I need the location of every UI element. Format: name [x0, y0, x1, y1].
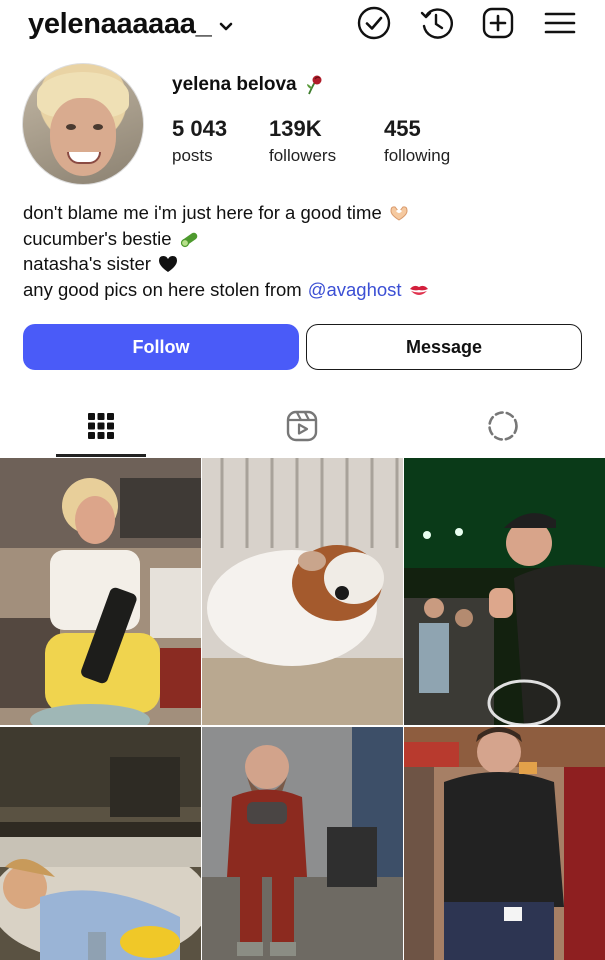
stat-posts-label: posts	[172, 146, 213, 165]
stat-followers-value: 139K	[269, 116, 322, 141]
stat-following-label: following	[384, 146, 451, 165]
tab-tagged[interactable]	[458, 395, 548, 457]
history-icon[interactable]	[419, 6, 453, 40]
bio-line: don't blame me i'm just here for a good …	[23, 200, 430, 226]
stat-posts[interactable]: 5 043 posts	[172, 116, 227, 166]
check-circle-icon[interactable]	[357, 6, 391, 40]
bio-line-4: any good pics on here stolen from	[23, 279, 302, 301]
post-thumbnail[interactable]	[0, 727, 201, 960]
cucumber-icon	[180, 232, 197, 247]
tab-reels[interactable]	[257, 395, 347, 457]
tab-posts-grid[interactable]	[56, 395, 146, 457]
add-post-icon[interactable]	[481, 6, 515, 40]
bio-line-2: cucumber's bestie	[23, 227, 172, 249]
photo-grid	[0, 458, 605, 960]
top-bar: yelenaaaaaa_	[0, 0, 605, 50]
heart-hands-icon	[390, 206, 408, 221]
stat-followers[interactable]: 139K followers	[269, 116, 336, 166]
grid-icon	[88, 413, 114, 439]
message-button[interactable]: Message	[306, 324, 582, 370]
profile-username: yelenaaaaaa_	[28, 8, 212, 40]
bio-line-1: don't blame me i'm just here for a good …	[23, 202, 382, 223]
bio-line: natasha's sister	[23, 251, 430, 277]
avatar[interactable]	[22, 63, 144, 185]
bio: don't blame me i'm just here for a good …	[23, 200, 430, 303]
kiss-mark-icon	[409, 285, 428, 295]
stat-posts-value: 5 043	[172, 116, 228, 141]
dashed-circle-icon	[488, 411, 518, 441]
stat-following-value: 455	[384, 116, 421, 141]
post-thumbnail[interactable]	[404, 458, 605, 725]
post-thumbnail[interactable]	[202, 727, 403, 960]
post-thumbnail[interactable]	[202, 458, 403, 725]
display-name-text: yelena belova	[172, 74, 297, 95]
menu-icon[interactable]	[543, 6, 577, 40]
post-thumbnail[interactable]	[404, 727, 605, 960]
chevron-down-icon	[220, 22, 233, 30]
account-switcher[interactable]: yelenaaaaaa_	[28, 8, 235, 41]
bio-line: any good pics on here stolen from @avagh…	[23, 277, 430, 303]
follow-button[interactable]: Follow	[23, 324, 299, 370]
black-heart-icon	[158, 256, 177, 273]
profile-tabs	[0, 395, 605, 457]
display-name: yelena belova	[172, 74, 325, 96]
stat-following[interactable]: 455 following	[384, 116, 450, 166]
wilted-rose-icon	[306, 75, 322, 95]
bio-line-3: natasha's sister	[23, 253, 151, 275]
post-thumbnail[interactable]	[0, 458, 201, 725]
stat-followers-label: followers	[269, 146, 337, 165]
reels-icon	[286, 410, 318, 442]
bio-mention-link[interactable]: @avaghost	[308, 277, 402, 303]
bio-line: cucumber's bestie	[23, 226, 430, 252]
